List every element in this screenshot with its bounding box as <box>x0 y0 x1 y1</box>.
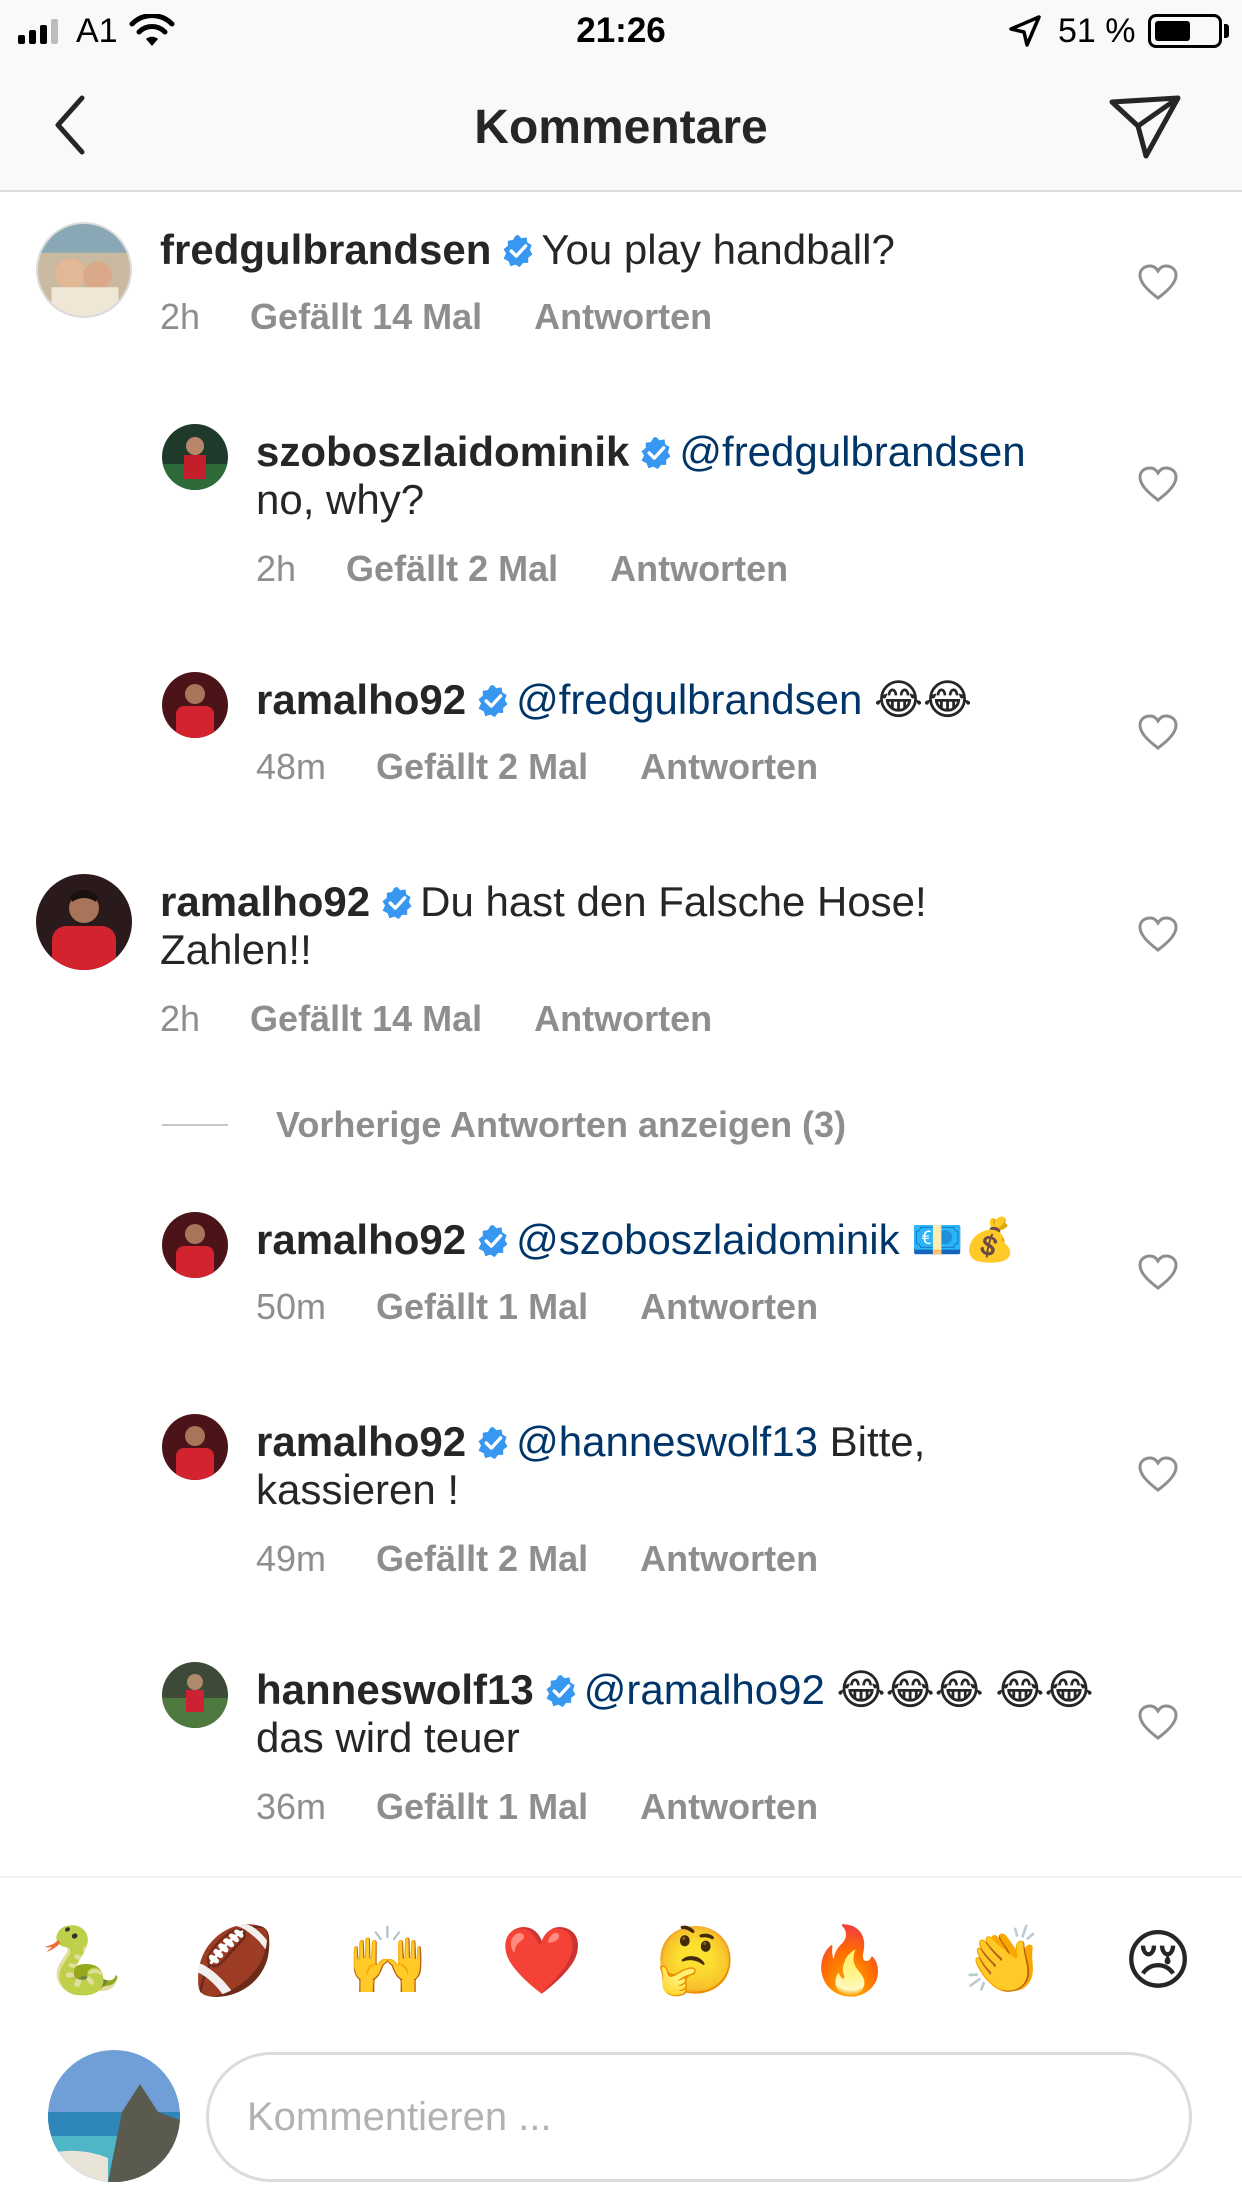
view-previous-replies[interactable]: Vorherige Antworten anzeigen (3) <box>162 1104 846 1146</box>
mention-link[interactable]: @fredgulbrandsen <box>516 676 862 723</box>
reply-button[interactable]: Antworten <box>534 296 712 338</box>
avatar[interactable] <box>162 672 228 738</box>
username[interactable]: ramalho92 <box>256 1418 466 1465</box>
heart-icon[interactable] <box>1138 714 1178 750</box>
comment-text: 💶💰 <box>911 1216 1016 1263</box>
comment-body: ramalho92 @szoboszlaidominik 💶💰 <box>256 1216 1136 1264</box>
heart-icon[interactable] <box>1138 264 1178 300</box>
comment-meta: 36m Gefällt 1 Mal Antworten <box>256 1786 818 1828</box>
football-emoji-button[interactable]: 🏈 <box>193 1920 275 2000</box>
heart-icon[interactable] <box>1138 466 1178 502</box>
comment-body: ramalho92 @hanneswolf13 Bitte, kassieren … <box>256 1418 956 1514</box>
username[interactable]: ramalho92 <box>160 878 370 925</box>
avatar[interactable] <box>162 1212 228 1278</box>
comment-body: ramalho92 @fredgulbrandsen 😂😂 <box>256 676 1136 724</box>
fire-emoji-button[interactable]: 🔥 <box>809 1920 891 2000</box>
likes-count[interactable]: Gefällt 14 Mal <box>250 296 482 338</box>
heart-icon[interactable] <box>1138 1456 1178 1492</box>
verified-badge-icon <box>476 1224 510 1258</box>
reply-button[interactable]: Antworten <box>640 1286 818 1328</box>
status-bar: A1 21:26 51 % <box>0 0 1242 62</box>
verified-badge-icon <box>380 886 414 920</box>
username[interactable]: fredgulbrandsen <box>160 226 491 273</box>
heart-icon[interactable] <box>1138 1704 1178 1740</box>
crying-emoji-button[interactable]: 😢 <box>1118 1920 1198 2000</box>
likes-count[interactable]: Gefällt 1 Mal <box>376 1286 588 1328</box>
mention-link[interactable]: @ramalho92 <box>584 1666 825 1713</box>
reply-button[interactable]: Antworten <box>640 746 818 788</box>
likes-count[interactable]: Gefällt 2 Mal <box>346 548 558 590</box>
comment-meta: 50m Gefällt 1 Mal Antworten <box>256 1286 818 1328</box>
comment-time: 50m <box>256 1286 327 1327</box>
avatar[interactable] <box>36 874 132 970</box>
battery-tip <box>1224 24 1229 38</box>
comment-time: 36m <box>256 1786 327 1827</box>
comment-body: hanneswolf13 @ramalho92 😂😂😂 😂😂 das wird t… <box>256 1666 1116 1762</box>
status-time: 21:26 <box>576 11 666 50</box>
username[interactable]: szoboszlaidominik <box>256 428 629 475</box>
clapping-emoji-button[interactable]: 👏 <box>963 1920 1045 2000</box>
mention-link[interactable]: @fredgulbrandsen <box>679 428 1025 475</box>
battery-percent: 51 % <box>1058 12 1136 50</box>
battery-icon <box>1148 14 1222 48</box>
verified-badge-icon <box>544 1674 578 1708</box>
mention-link[interactable]: @hanneswolf13 <box>516 1418 818 1465</box>
heart-icon[interactable] <box>1138 1254 1178 1290</box>
verified-badge-icon <box>476 684 510 718</box>
heart-icon[interactable] <box>1138 916 1178 952</box>
comment-meta: 2h Gefällt 14 Mal Antworten <box>160 296 712 338</box>
comment-body: ramalho92 Du hast den Falsche Hose! Zahle… <box>160 878 1040 974</box>
comment-time: 2h <box>256 548 297 589</box>
thinking-emoji-button[interactable]: 🤔 <box>655 1920 737 2000</box>
composer-divider <box>0 1876 1242 1878</box>
likes-count[interactable]: Gefällt 2 Mal <box>376 746 588 788</box>
avatar[interactable] <box>162 424 228 490</box>
comment-time: 49m <box>256 1538 327 1579</box>
comment-time: 2h <box>160 296 201 337</box>
comment-text: no, why? <box>256 476 425 523</box>
likes-count[interactable]: Gefällt 1 Mal <box>376 1786 588 1828</box>
view-previous-label[interactable]: Vorherige Antworten anzeigen (3) <box>276 1104 846 1146</box>
comment-time: 2h <box>160 998 201 1039</box>
divider-line <box>162 1124 228 1126</box>
comment-body: szoboszlaidominik @fredgulbrandsen no, why… <box>256 428 1116 524</box>
reply-button[interactable]: Antworten <box>640 1786 818 1828</box>
reply-button[interactable]: Antworten <box>534 998 712 1040</box>
nav-bar: Kommentare <box>0 62 1242 192</box>
comment-meta: 48m Gefällt 2 Mal Antworten <box>256 746 818 788</box>
avatar[interactable] <box>162 1414 228 1480</box>
paper-plane-icon[interactable] <box>1108 92 1182 162</box>
page-title: Kommentare <box>474 101 768 154</box>
avatar[interactable] <box>36 222 132 318</box>
likes-count[interactable]: Gefällt 14 Mal <box>250 998 482 1040</box>
username[interactable]: hanneswolf13 <box>256 1666 534 1713</box>
username[interactable]: ramalho92 <box>256 676 466 723</box>
mention-link[interactable]: @szoboszlaidominik <box>516 1216 899 1263</box>
my-avatar <box>48 2050 180 2182</box>
snake-emoji-button[interactable]: 🐍 <box>41 1920 123 2000</box>
comment-text: You play handball? <box>541 226 895 273</box>
verified-badge-icon <box>501 234 535 268</box>
avatar[interactable] <box>162 1662 228 1728</box>
raised-hands-emoji-button[interactable]: 🙌 <box>347 1920 429 2000</box>
location-arrow-icon <box>1009 15 1041 47</box>
reply-button[interactable]: Antworten <box>610 548 788 590</box>
comment-meta: 49m Gefällt 2 Mal Antworten <box>256 1538 818 1580</box>
reply-button[interactable]: Antworten <box>640 1538 818 1580</box>
verified-badge-icon <box>476 1426 510 1460</box>
comment-input[interactable] <box>206 2052 1192 2182</box>
comment-time: 48m <box>256 746 327 787</box>
comment-text: 😂😂 <box>873 676 973 723</box>
quick-emoji-bar: 🐍 🏈 🙌 ❤️ 🤔 🔥 👏 😢 <box>0 1920 1242 2000</box>
comment-meta: 2h Gefällt 14 Mal Antworten <box>160 998 712 1040</box>
comment-meta: 2h Gefällt 2 Mal Antworten <box>256 548 788 590</box>
username[interactable]: ramalho92 <box>256 1216 466 1263</box>
verified-badge-icon <box>639 436 673 470</box>
heart-emoji-button[interactable]: ❤️ <box>501 1920 583 2000</box>
comment-body: fredgulbrandsen You play handball? <box>160 226 1120 274</box>
likes-count[interactable]: Gefällt 2 Mal <box>376 1538 588 1580</box>
